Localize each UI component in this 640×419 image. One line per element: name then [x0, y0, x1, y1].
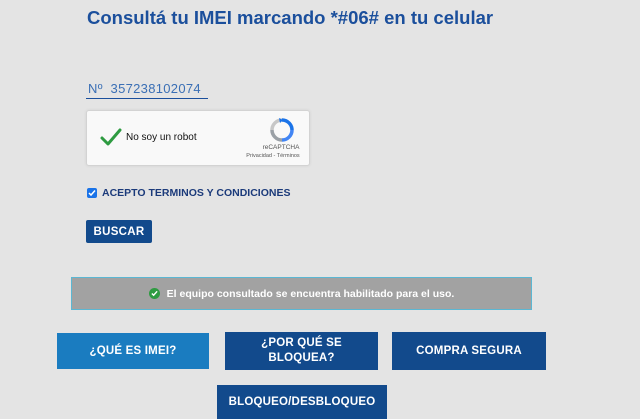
terms-checkbox[interactable]	[87, 188, 97, 198]
terms-row[interactable]: ACEPTO TERMINOS Y CONDICIONES	[87, 187, 290, 199]
recaptcha-brand: reCAPTCHA	[262, 144, 300, 151]
compra-segura-button[interactable]: COMPRA SEGURA	[392, 332, 546, 370]
page-title: Consultá tu IMEI marcando *#06# en tu ce…	[87, 7, 494, 28]
recaptcha-widget[interactable]: No soy un robot reCAPTCHA Privacidad - T…	[86, 110, 310, 166]
bloqueo-desbloqueo-button[interactable]: BLOQUEO/DESBLOQUEO	[217, 385, 387, 419]
recaptcha-logo-icon	[270, 118, 294, 142]
terms-label: ACEPTO TERMINOS Y CONDICIONES	[102, 187, 291, 199]
status-message-bar: El equipo consultado se encuentra habili…	[71, 277, 532, 310]
check-icon	[88, 190, 96, 197]
que-es-imei-button[interactable]: ¿QUÉ ES IMEI?	[57, 333, 209, 369]
por-que-line1: ¿POR QUÉ SE	[261, 337, 342, 349]
search-button[interactable]: BUSCAR	[86, 220, 152, 243]
status-message: El equipo consultado se encuentra habili…	[166, 287, 455, 300]
check-circle-icon	[148, 288, 160, 299]
recaptcha-links[interactable]: Privacidad - Términos	[237, 153, 309, 159]
por-que-se-bloquea-button[interactable]: ¿POR QUÉ SE BLOQUEA?	[225, 332, 378, 370]
checkmark-icon[interactable]	[99, 125, 123, 149]
imei-input[interactable]	[86, 79, 208, 99]
recaptcha-label: No soy un robot	[126, 132, 197, 143]
por-que-line2: BLOQUEA?	[268, 352, 335, 364]
